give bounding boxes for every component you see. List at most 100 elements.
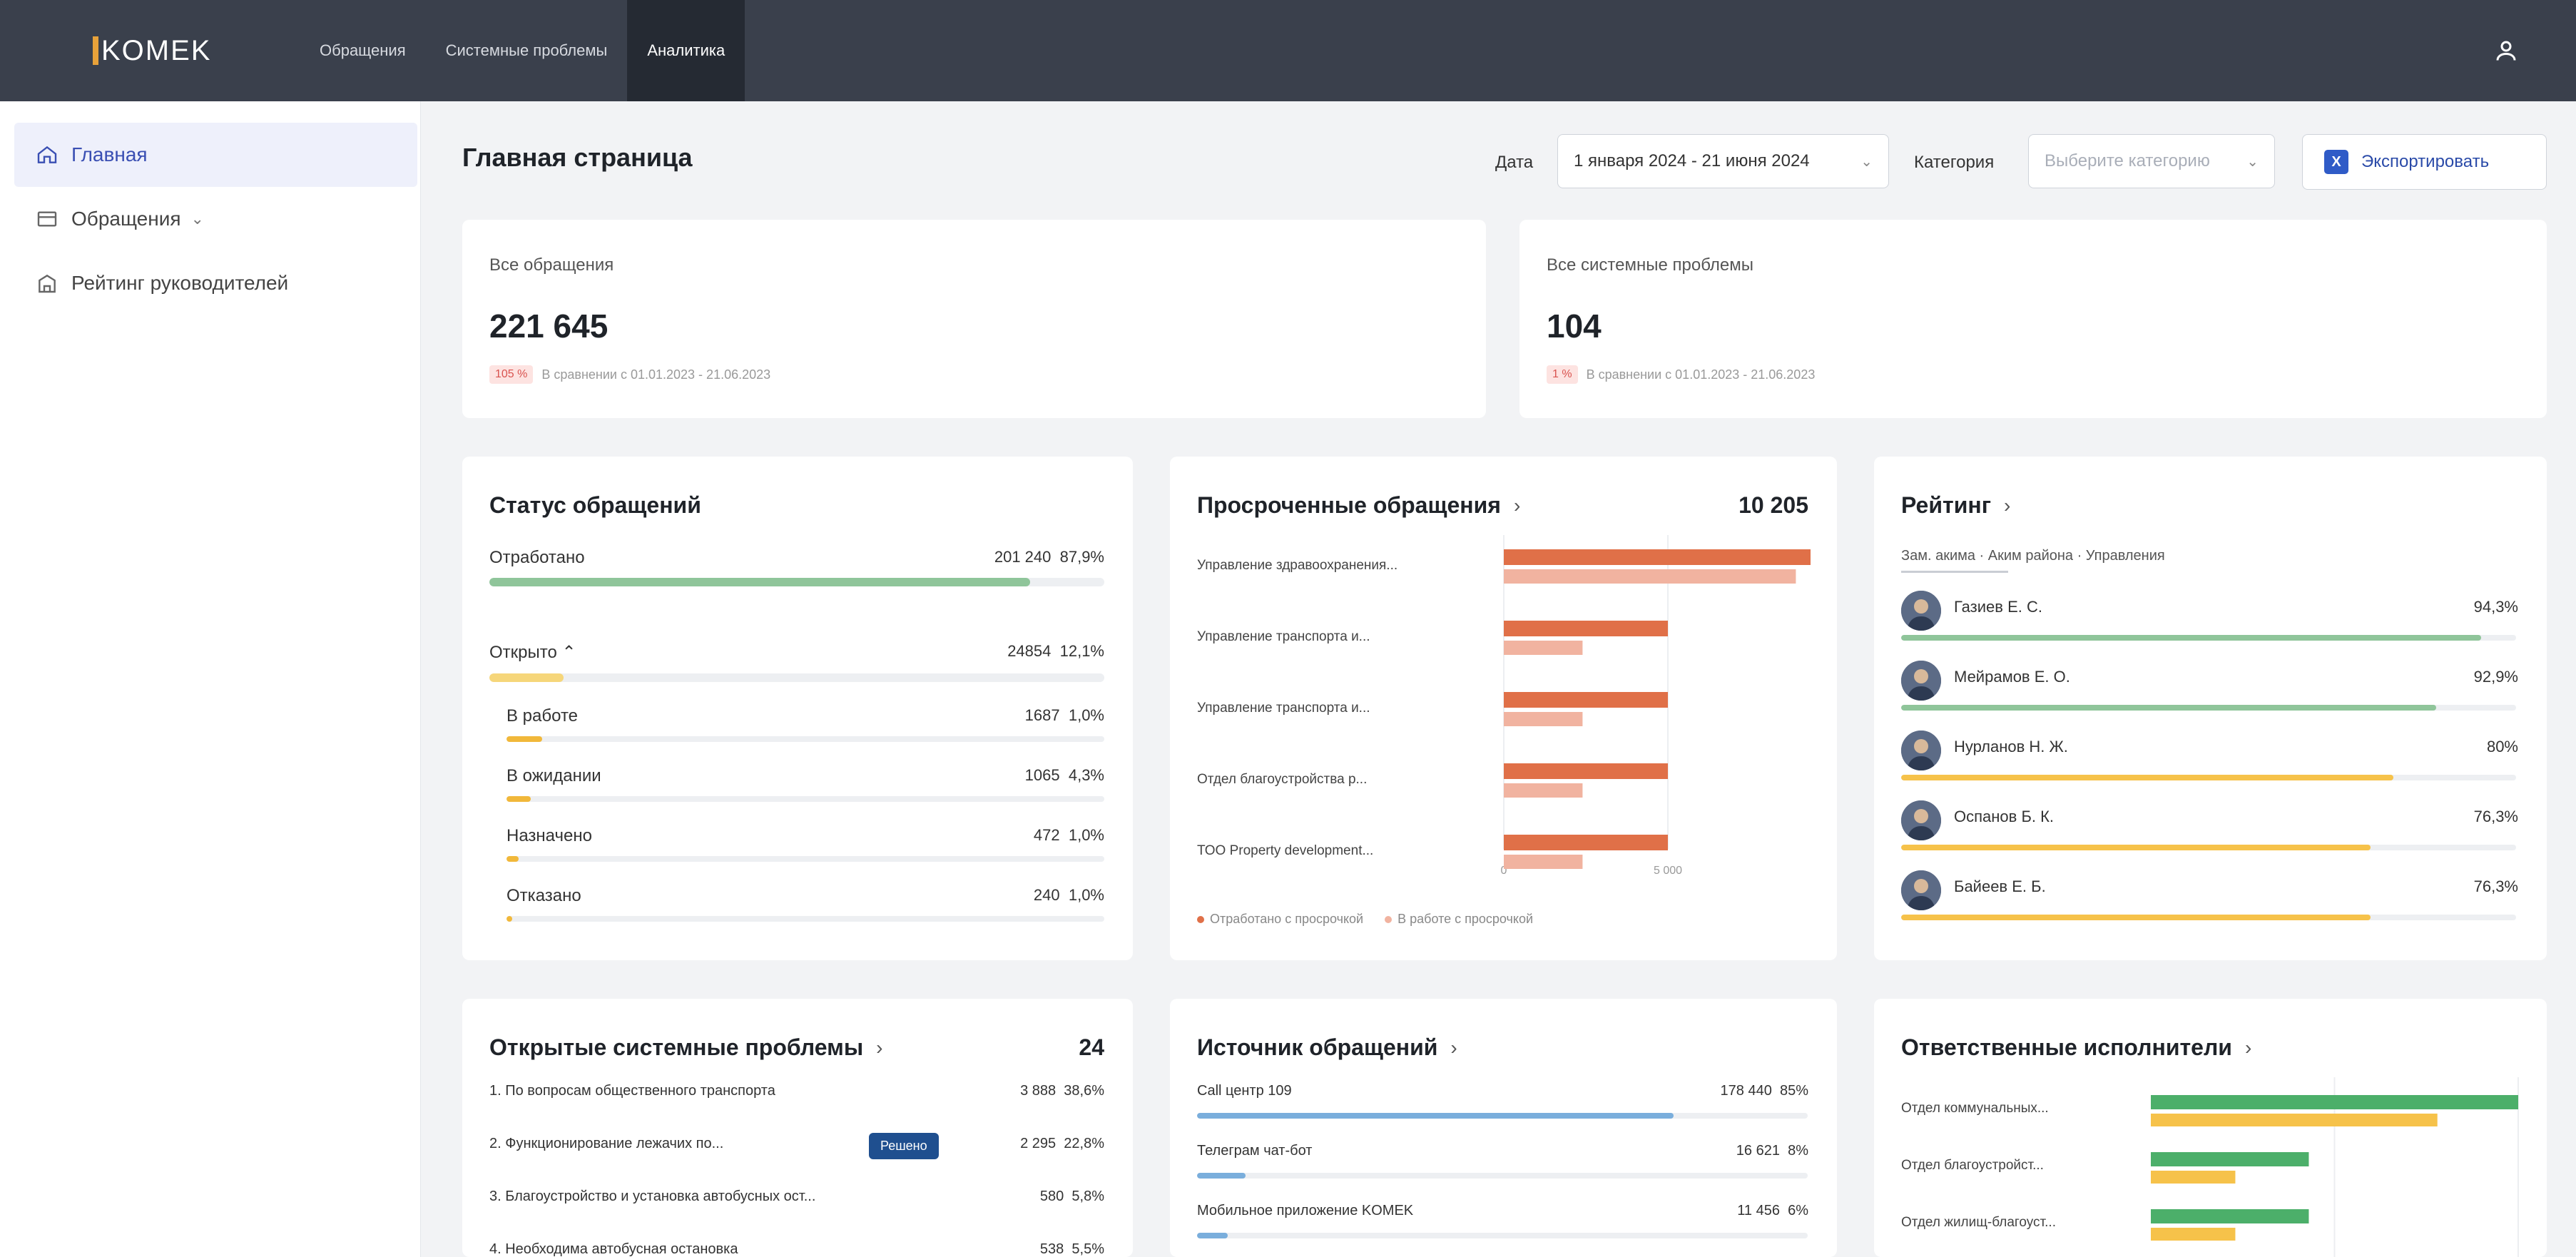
kpi-change-badge: 1 % <box>1547 365 1578 384</box>
category-select[interactable]: Выберите категорию ⌄ <box>2028 134 2275 188</box>
nav-item-requests[interactable]: Обращения <box>300 0 426 101</box>
rating-person-name[interactable]: Нурланов Н. Ж. <box>1954 738 2068 756</box>
problem-row-label[interactable]: 2. Функционирование лежачих по... <box>489 1136 853 1152</box>
problem-row-label[interactable]: 1. По вопросам общественного транспорта <box>489 1083 853 1099</box>
bar-overdue-in-progress[interactable] <box>1504 569 1796 584</box>
bar-overdue-done[interactable] <box>1504 835 1668 850</box>
person-icon <box>1901 591 1941 631</box>
rating-tabs[interactable]: Зам. акима · Аким района · Управления <box>1901 548 2165 564</box>
problem-row-label[interactable]: 3. Благоустройство и установка автобусны… <box>489 1189 853 1205</box>
rating-person-name[interactable]: Мейрамов Е. О. <box>1954 668 2070 686</box>
rating-person-pct: 92,9% <box>2473 668 2518 686</box>
bar-overdue-in-progress[interactable] <box>1504 641 1583 655</box>
executor-label: Отдел жилищ-благоуст... <box>1901 1215 2056 1230</box>
source-row-value: 178 440 85% <box>1721 1083 1808 1099</box>
resolve-button[interactable]: Решено <box>869 1133 939 1159</box>
main-nav: Обращения Системные проблемы Аналитика <box>300 0 745 101</box>
status-subrow-progress-fill <box>506 796 531 802</box>
person-icon <box>1901 731 1941 770</box>
rating-person-pct: 94,3% <box>2473 598 2518 616</box>
building-icon <box>39 274 56 293</box>
export-button[interactable]: X Экспортировать <box>2302 134 2547 190</box>
source-progress-fill <box>1197 1173 1246 1179</box>
overdue-total: 10 205 <box>1738 492 1808 518</box>
executors-card-title[interactable]: Ответственные исполнители › <box>1901 1034 2251 1061</box>
source-row-label[interactable]: Мобильное приложение KOMEK <box>1197 1203 1413 1219</box>
chevron-right-icon: › <box>876 1036 883 1059</box>
bar-overdue-in-progress[interactable] <box>1504 712 1583 726</box>
chevron-right-icon: › <box>2004 494 2011 516</box>
person-icon <box>1901 870 1941 910</box>
chevron-up-icon: ⌃ <box>561 643 576 662</box>
status-progress-fill <box>489 673 564 682</box>
chevron-right-icon: › <box>1450 1036 1457 1059</box>
source-progress-fill <box>1197 1113 1674 1119</box>
legend-dot-primary <box>1197 915 1204 923</box>
sidebar-item-requests[interactable]: Обращения ⌄ <box>14 187 417 251</box>
status-card: Статус обращений Отработано 201 240 87,9… <box>462 457 1133 960</box>
rating-person-name[interactable]: Байеев Е. Б. <box>1954 877 2046 896</box>
bar-executor-done[interactable] <box>2151 1095 2518 1109</box>
rating-progress <box>1901 845 2516 850</box>
source-row-pct: 85% <box>1779 1083 1808 1099</box>
avatar <box>1901 800 1941 840</box>
sources-card-title[interactable]: Источник обращений › <box>1197 1034 1457 1061</box>
source-row-pct: 6% <box>1788 1203 1808 1218</box>
rating-card-title[interactable]: Рейтинг › <box>1901 492 2010 519</box>
source-row-value: 11 456 6% <box>1737 1203 1808 1219</box>
rating-person-pct: 76,3% <box>2473 877 2518 895</box>
status-subrow-pct: 1,0% <box>1068 706 1104 724</box>
status-row-pct: 87,9% <box>1059 548 1104 566</box>
problem-row-label[interactable]: 4. Необходима автобусная остановка <box>489 1241 853 1257</box>
nav-item-system-problems[interactable]: Системные проблемы <box>426 0 628 101</box>
status-progress <box>489 673 1104 682</box>
bar-overdue-done[interactable] <box>1504 692 1668 708</box>
kpi-change-badge: 105 % <box>489 365 534 384</box>
sidebar-item-rating[interactable]: Рейтинг руководителей <box>14 251 417 315</box>
rating-person-name[interactable]: Оспанов Б. К. <box>1954 808 2054 826</box>
source-row-count: 178 440 <box>1720 1083 1772 1099</box>
user-icon[interactable] <box>2493 38 2519 63</box>
bar-overdue-done[interactable] <box>1504 763 1668 779</box>
bar-overdue-done[interactable] <box>1504 621 1668 636</box>
executors-bar-chart: Отдел коммунальных... Отдел благоустройст… <box>1901 1077 2519 1257</box>
status-subrow-count: 1687 <box>1024 706 1060 724</box>
sidebar-item-home[interactable]: Главная <box>14 123 417 187</box>
bar-executor-open[interactable] <box>2151 1171 2236 1184</box>
system-problems-card-title[interactable]: Открытые системные проблемы › <box>489 1034 882 1061</box>
kpi-card-requests: Все обращения 221 645 105 % В сравнении … <box>462 220 1486 418</box>
bar-executor-open[interactable] <box>2151 1114 2438 1126</box>
source-progress <box>1197 1113 1808 1119</box>
chevron-down-icon: ⌄ <box>2246 153 2259 170</box>
bar-overdue-done[interactable] <box>1504 549 1811 565</box>
category-label: Отдел благоустройства р... <box>1197 772 1367 787</box>
problem-row-pct: 5,8% <box>1071 1189 1104 1204</box>
problem-row-value: 3 888 38,6% <box>1020 1083 1104 1099</box>
sidebar: Главная Обращения ⌄ Рейтинг руководителе… <box>0 101 421 1257</box>
chevron-right-icon: › <box>2244 1036 2252 1059</box>
problem-row-count: 2 295 <box>1020 1136 1057 1151</box>
category-placeholder: Выберите категорию <box>2045 151 2210 171</box>
status-row-count: 201 240 <box>994 548 1052 566</box>
kpi-comparison: 105 % В сравнении с 01.01.2023 - 21.06.2… <box>489 365 770 384</box>
source-row-label[interactable]: Call центр 109 <box>1197 1083 1292 1099</box>
source-row-label[interactable]: Телеграм чат-бот <box>1197 1143 1312 1159</box>
rating-progress <box>1901 635 2516 641</box>
bar-executor-done[interactable] <box>2151 1209 2309 1223</box>
overdue-card-title[interactable]: Просроченные обращения › <box>1197 492 1520 519</box>
rating-person-name[interactable]: Газиев Е. С. <box>1954 598 2042 616</box>
date-range-select[interactable]: 1 января 2024 - 21 июня 2024 ⌄ <box>1557 134 1889 188</box>
bar-executor-done[interactable] <box>2151 1152 2309 1166</box>
category-label: Управление транспорта и... <box>1197 701 1370 716</box>
nav-item-analytics[interactable]: Аналитика <box>627 0 745 101</box>
rating-card: Рейтинг › Зам. акима · Аким района · Упра… <box>1874 457 2547 960</box>
bar-overdue-in-progress[interactable] <box>1504 855 1583 869</box>
logo[interactable]: KOMEK <box>0 35 300 67</box>
sidebar-item-label: Рейтинг руководителей <box>71 272 289 294</box>
status-row-label-open[interactable]: Открыто ⌃ <box>489 642 576 663</box>
problems-total: 24 <box>1079 1034 1104 1060</box>
rating-progress <box>1901 705 2516 711</box>
bar-executor-open[interactable] <box>2151 1228 2236 1241</box>
source-row-count: 11 456 <box>1737 1203 1780 1218</box>
bar-overdue-in-progress[interactable] <box>1504 783 1583 798</box>
